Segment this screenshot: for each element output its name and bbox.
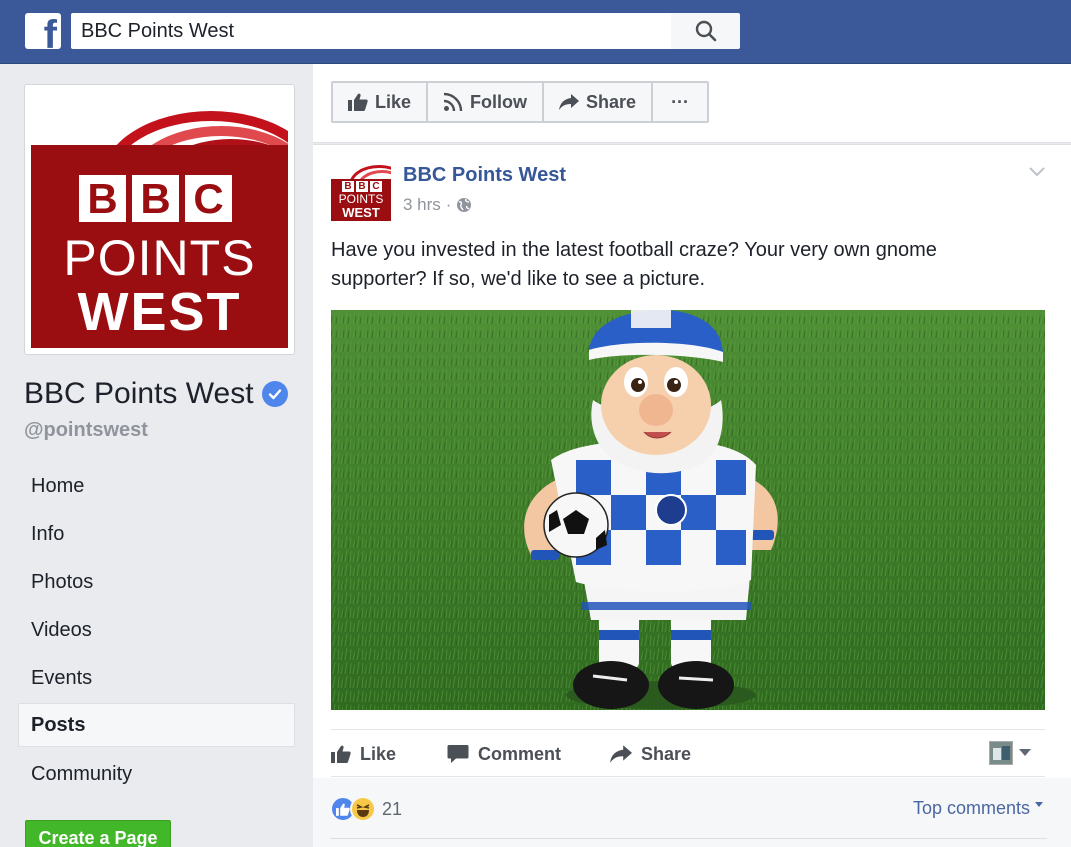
haha-reaction-icon <box>350 796 376 822</box>
comments-area: 21 Top comments <box>313 778 1071 847</box>
profile-picture[interactable]: B B C POINTS WEST <box>24 84 295 355</box>
page-name-text: BBC Points West <box>24 377 254 410</box>
bbc-blocks: B B C <box>79 175 232 222</box>
bbc-letter-b1: B <box>79 175 126 222</box>
viewer-avatar <box>989 741 1013 765</box>
comments-divider <box>330 838 1047 839</box>
avatar-letter-b1: B <box>342 181 354 192</box>
avatar-bbc-blocks: B B C <box>342 181 382 192</box>
rss-follow-icon <box>443 92 463 112</box>
search-input[interactable]: BBC Points West <box>71 13 671 49</box>
post-card: B B C POINTS WEST BBC Points West 3 hrs … <box>313 144 1071 847</box>
follow-label: Follow <box>470 91 528 112</box>
avatar-west-text: WEST <box>342 205 380 220</box>
caret-down-icon <box>1035 802 1043 807</box>
avatar-letter-c: C <box>370 181 382 192</box>
avatar-letter-b2: B <box>356 181 368 192</box>
avatar-banner-graphic <box>331 161 391 179</box>
page-share-label: Share <box>586 91 637 112</box>
reactions-count: 21 <box>382 798 403 819</box>
post-comment-button[interactable]: Comment <box>447 730 561 778</box>
post-as-selector[interactable] <box>989 741 1031 765</box>
create-page-button[interactable]: Create a Page <box>25 820 171 847</box>
top-comments-label: Top comments <box>912 798 1030 818</box>
nav-item-videos[interactable]: Videos <box>18 607 295 651</box>
page-handle[interactable]: @pointswest <box>24 418 148 442</box>
post-timestamp[interactable]: 3 hrs <box>403 195 441 215</box>
post-author-avatar[interactable]: B B C POINTS WEST <box>331 161 391 221</box>
logo-banner-graphic <box>31 91 288 159</box>
meta-separator: · <box>445 195 452 214</box>
page-title: BBC Points West <box>24 374 288 414</box>
verified-badge-icon <box>261 381 288 407</box>
nav-item-events[interactable]: Events <box>18 655 295 699</box>
top-navigation-bar: f BBC Points West <box>0 0 1071 64</box>
post-share-button[interactable]: Share <box>610 730 691 778</box>
share-arrow-icon <box>559 94 580 110</box>
page-like-button[interactable]: Like <box>333 83 429 121</box>
logo-points-text: POINTS <box>63 230 256 286</box>
follow-button[interactable]: Follow <box>428 83 545 121</box>
nav-item-home[interactable]: Home <box>18 463 295 507</box>
page-navigation: Home Info Photos Videos Events Posts Com… <box>18 463 295 799</box>
gnome-illustration <box>331 310 1045 710</box>
reactions-summary[interactable]: 21 <box>330 796 402 822</box>
post-comment-label: Comment <box>478 743 562 764</box>
search-button[interactable] <box>671 13 740 49</box>
post-actions-bar: Like Comment Share <box>331 729 1045 777</box>
top-comments-dropdown[interactable]: Top comments <box>913 798 1043 819</box>
nav-item-info[interactable]: Info <box>18 511 295 555</box>
share-arrow-icon <box>610 745 632 763</box>
caret-down-icon <box>1019 749 1031 756</box>
facebook-logo-letter: f <box>43 13 57 49</box>
post-author-name[interactable]: BBC Points West <box>403 164 566 187</box>
post-body-text: Have you invested in the latest football… <box>331 239 937 290</box>
search-icon <box>695 20 716 42</box>
bbc-points-west-logo: B B C POINTS WEST <box>31 91 288 348</box>
comment-bubble-icon <box>447 745 469 763</box>
post-options-chevron-icon[interactable] <box>1029 164 1045 182</box>
nav-item-posts[interactable]: Posts <box>18 703 295 747</box>
page-action-panel: Like Follow Share ··· <box>313 64 1071 143</box>
page-action-bar: Like Follow Share ··· <box>331 81 710 123</box>
bbc-letter-b2: B <box>132 175 179 222</box>
post-photo-gnome[interactable] <box>331 310 1045 710</box>
post-like-label: Like <box>360 743 397 764</box>
more-dots-icon: ··· <box>671 91 690 112</box>
more-options-button[interactable]: ··· <box>653 83 707 121</box>
post-like-button[interactable]: Like <box>331 730 396 778</box>
page-like-label: Like <box>375 91 412 112</box>
facebook-logo-icon[interactable]: f <box>25 13 61 49</box>
nav-item-community[interactable]: Community <box>18 751 295 795</box>
logo-west-text: WEST <box>77 282 242 342</box>
thumbs-up-icon <box>348 93 368 111</box>
bbc-letter-c: C <box>185 175 232 222</box>
globe-icon <box>457 198 472 212</box>
thumbs-up-icon <box>331 745 351 763</box>
page-share-button[interactable]: Share <box>544 83 654 121</box>
nav-item-photos[interactable]: Photos <box>18 559 295 603</box>
post-meta: 3 hrs · <box>403 195 472 215</box>
post-share-label: Share <box>641 743 692 764</box>
